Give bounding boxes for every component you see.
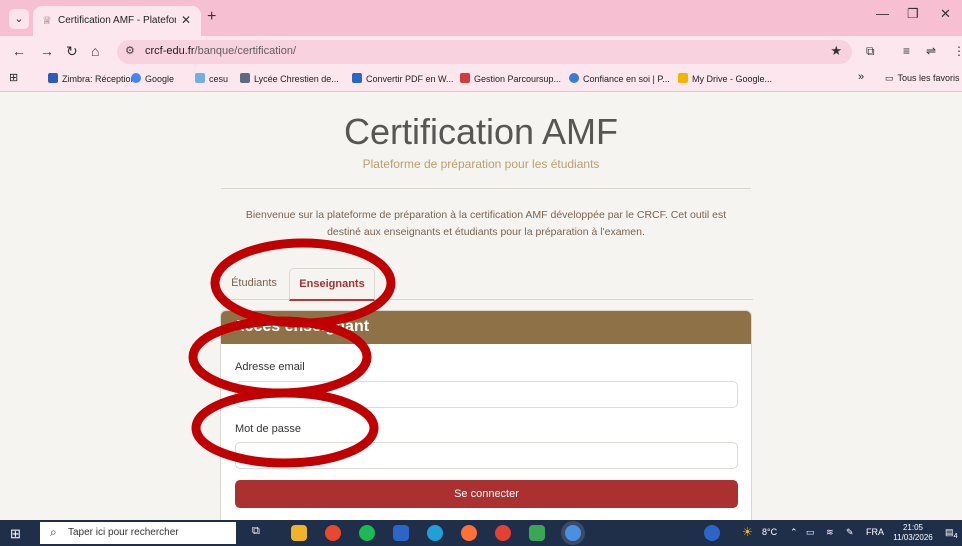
forward-icon[interactable]: → xyxy=(40,43,54,59)
bookmark-item[interactable]: Lycée Chrestien de... xyxy=(240,73,339,84)
app-icon[interactable] xyxy=(529,525,545,541)
tab-title: Certification AMF - Plateforme xyxy=(58,15,176,26)
weather-temp[interactable]: 8°C xyxy=(762,527,777,537)
password-field[interactable] xyxy=(235,442,738,469)
page-subtitle: Plateforme de préparation pour les étudi… xyxy=(362,157,600,171)
new-tab-button[interactable]: + xyxy=(207,8,216,26)
file-explorer-icon[interactable] xyxy=(291,525,307,541)
bookmark-item[interactable]: My Drive - Google... xyxy=(678,73,772,84)
language-indicator[interactable]: FRA xyxy=(866,527,884,537)
help-icon[interactable] xyxy=(704,525,720,541)
windows-taskbar: ⊞ ⌕ Taper ici pour rechercher ⧉ ☀ 8°C ⌃ … xyxy=(0,520,962,546)
login-button[interactable]: Se connecter xyxy=(235,480,738,508)
home-icon[interactable]: ⌂ xyxy=(91,43,99,59)
bookmark-item[interactable]: cesu xyxy=(195,73,228,84)
login-card: Accès enseignant Adresse email Mot de pa… xyxy=(220,310,752,520)
reload-icon[interactable]: ↻ xyxy=(66,43,78,60)
tab-teachers[interactable]: Enseignants xyxy=(289,268,375,301)
edge-icon[interactable] xyxy=(427,525,443,541)
restore-icon[interactable]: ❐ xyxy=(907,6,919,22)
password-label: Mot de passe xyxy=(235,423,302,435)
page-title: Certification AMF xyxy=(343,111,619,152)
task-view-icon[interactable]: ⧉ xyxy=(252,525,260,538)
clock[interactable]: 21:05 11/03/2026 xyxy=(892,523,934,543)
bookmark-item[interactable]: Google xyxy=(131,73,174,84)
menu-icon[interactable]: ⋮ xyxy=(953,44,962,58)
tab-close-icon[interactable]: ✕ xyxy=(181,13,191,27)
pen-icon[interactable]: ✎ xyxy=(846,527,854,538)
bookmark-item[interactable]: Confiance en soi | P... xyxy=(569,73,670,84)
page-content: Certification AMF Plateforme de préparat… xyxy=(0,93,962,520)
bookmark-star-icon[interactable]: ★ xyxy=(830,43,842,59)
chrome-profile-icon[interactable] xyxy=(565,525,581,541)
intro-text: Bienvenue sur la plateforme de préparati… xyxy=(224,207,748,241)
close-window-icon[interactable]: ✕ xyxy=(940,6,951,22)
taskbar-search-placeholder: Taper ici pour rechercher xyxy=(68,527,179,538)
url-text: crcf-edu.fr/banque/certification/ xyxy=(145,45,297,57)
tray-chevron-icon[interactable]: ⌃ xyxy=(790,527,798,538)
extensions-icon[interactable]: ⧉ xyxy=(866,44,875,59)
bookmark-item[interactable]: Zimbra: Réception xyxy=(48,73,136,84)
email-label: Adresse email xyxy=(235,361,305,373)
reading-list-icon[interactable]: ≡ xyxy=(903,44,910,58)
wifi-icon[interactable]: ≋ xyxy=(826,527,834,538)
app-icon[interactable] xyxy=(325,525,341,541)
bookmark-item[interactable]: Convertir PDF en W... xyxy=(352,73,454,84)
site-favicon-icon: ♕ xyxy=(42,15,52,27)
intro-line: Bienvenue sur la plateforme de préparati… xyxy=(245,209,727,221)
notifications-icon[interactable]: ▤4 xyxy=(945,527,958,540)
clock-time: 21:05 xyxy=(902,523,924,532)
back-icon[interactable]: ← xyxy=(12,43,26,59)
windows-start-icon[interactable]: ⊞ xyxy=(10,526,21,542)
clock-date: 11/03/2026 xyxy=(893,533,933,542)
bookmark-item[interactable]: Gestion Parcoursup... xyxy=(460,73,561,84)
apps-grid-icon[interactable]: ⊞ xyxy=(9,71,18,84)
divider xyxy=(221,188,751,189)
chrome-icon[interactable] xyxy=(495,525,511,541)
address-bar[interactable]: ⚙ crcf-edu.fr/banque/certification/ ★ xyxy=(117,40,852,64)
browser-tab[interactable]: ♕ Certification AMF - Plateforme ✕ xyxy=(33,6,201,36)
all-favorites-folder[interactable]: ▭ Tous les favoris xyxy=(885,73,960,84)
browser-toolbar: ← → ↻ ⌂ ⚙ crcf-edu.fr/banque/certificati… xyxy=(0,36,962,68)
site-info-icon[interactable]: ⚙ xyxy=(125,44,135,57)
taskbar-search[interactable]: ⌕ Taper ici pour rechercher xyxy=(40,522,236,544)
word-icon[interactable] xyxy=(393,525,409,541)
translate-icon[interactable]: ⇌ xyxy=(926,44,936,58)
bookmarks-bar: ⊞ Zimbra: Réception Google cesu Lycée Ch… xyxy=(0,68,962,92)
search-icon: ⌕ xyxy=(50,525,57,539)
tab-students[interactable]: Étudiants xyxy=(221,268,287,300)
firefox-icon[interactable] xyxy=(461,525,477,541)
tab-search-icon[interactable]: ⌄ xyxy=(9,9,29,29)
battery-icon[interactable]: ▭ xyxy=(806,527,815,538)
intro-line: destiné aux enseignants et étudiants pou… xyxy=(327,226,645,238)
email-field[interactable] xyxy=(235,381,738,408)
minimize-icon[interactable]: — xyxy=(876,6,889,21)
spotify-icon[interactable] xyxy=(359,525,375,541)
browser-tab-strip: ⌄ ♕ Certification AMF - Plateforme ✕ + —… xyxy=(0,0,962,36)
weather-icon: ☀ xyxy=(742,525,753,539)
card-title: Accès enseignant xyxy=(221,311,751,344)
bookmarks-overflow-icon[interactable]: » xyxy=(858,71,864,83)
role-tabs: Étudiants Enseignants xyxy=(221,268,753,301)
